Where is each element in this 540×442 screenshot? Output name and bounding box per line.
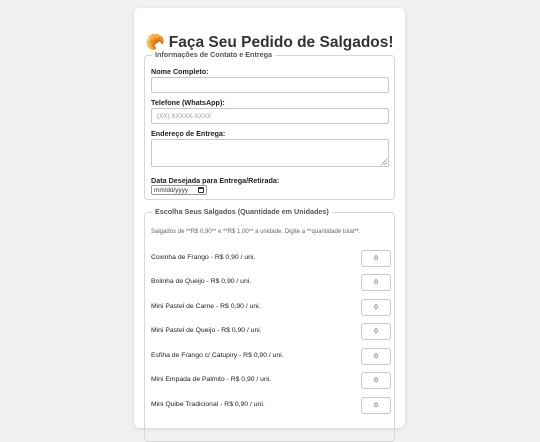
phone-input[interactable]: (XX) XXXXX-XXXX: [151, 108, 389, 124]
quantity-input[interactable]: 0: [361, 274, 391, 291]
contact-legend: Informações de Contato e Entrega: [152, 50, 276, 59]
name-input[interactable]: [151, 77, 389, 93]
menu-description: Salgados de **R$ 0,90** e **R$ 1,00** a …: [151, 229, 361, 235]
order-form-card: 🥐 Faça Seu Pedido de Salgados! Informaçõe…: [134, 8, 405, 442]
date-placeholder: mm/dd/yyyy: [154, 187, 189, 194]
phone-label: Telefone (WhatsApp):: [151, 98, 225, 107]
date-label: Data Desejada para Entrega/Retirada:: [151, 176, 280, 185]
item-label: Mini Empada de Palmito - R$ 0,90 / uni.: [151, 376, 272, 383]
list-item: Mini Empada de Palmito - R$ 0,90 / uni. …: [151, 372, 391, 389]
item-label: Esfiha de Frango c/ Catupiry - R$ 0,90 /…: [151, 352, 284, 359]
menu-legend: Escolha Seus Salgados (Quantidade em Uni…: [152, 207, 332, 216]
item-label: Mini Pastel de Carne - R$ 0,90 / uni.: [151, 303, 261, 310]
quantity-input[interactable]: 0: [361, 299, 391, 316]
list-item: Esfiha de Frango c/ Catupiry - R$ 0,90 /…: [151, 348, 391, 365]
form-title-text: Faça Seu Pedido de Salgados!: [168, 34, 394, 51]
item-label: Mini Pastel de Queijo - R$ 0,90 / uni.: [151, 327, 262, 334]
item-label: Bolinha de Queijo - R$ 0,90 / uni.: [151, 278, 252, 285]
quantity-input[interactable]: 0: [361, 397, 391, 414]
date-input[interactable]: mm/dd/yyyy: [151, 185, 207, 195]
quantity-input[interactable]: 0: [361, 323, 391, 340]
menu-fieldset: Escolha Seus Salgados (Quantidade em Uni…: [144, 207, 395, 442]
list-item: Mini Quibe Tradicional - R$ 0,90 / uni. …: [151, 397, 391, 414]
quantity-input[interactable]: 0: [361, 348, 391, 365]
resize-handle-icon[interactable]: [381, 159, 387, 165]
list-item: Coxinha de Frango - R$ 0,90 / uni. 0: [151, 250, 391, 267]
address-textarea[interactable]: [151, 139, 389, 167]
contact-fieldset: Informações de Contato e Entrega Nome Co…: [144, 50, 395, 200]
quantity-input[interactable]: 0: [361, 250, 391, 267]
calendar-icon[interactable]: [198, 187, 204, 193]
list-item: Mini Pastel de Queijo - R$ 0,90 / uni. 0: [151, 323, 391, 340]
name-label: Nome Completo:: [151, 67, 209, 76]
address-label: Endereço de Entrega:: [151, 129, 226, 138]
list-item: Bolinha de Queijo - R$ 0,90 / uni. 0: [151, 274, 391, 291]
croissant-icon: 🥐: [145, 34, 165, 51]
list-item: Mini Pastel de Carne - R$ 0,90 / uni. 0: [151, 299, 391, 316]
item-label: Coxinha de Frango - R$ 0,90 / uni.: [151, 254, 256, 261]
quantity-input[interactable]: 0: [361, 372, 391, 389]
